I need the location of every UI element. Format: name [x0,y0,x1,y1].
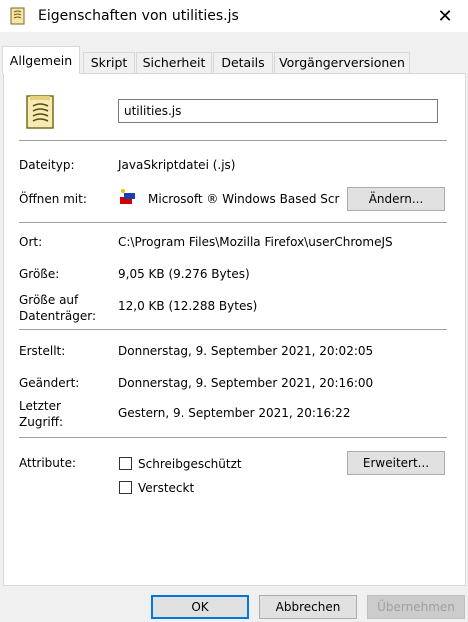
tab-label: Skript [90,55,128,70]
size-label: Größe: [19,267,60,281]
location-label: Ort: [19,235,43,249]
accessed-label-line1: Letzter [19,399,61,413]
open-with-label: Öffnen mit: [19,192,87,206]
cancel-button[interactable]: Abbrechen [259,595,357,619]
separator [19,222,447,223]
created-label: Erstellt: [19,344,66,358]
ok-button[interactable]: OK [151,595,249,619]
separator [19,140,447,141]
tab-details[interactable]: Details [213,52,273,73]
accessed-value: Gestern, 9. September 2021, 20:16:22 [118,406,351,420]
disk-size-label-line2: Datenträger: [19,309,97,323]
title-bar: Eigenschaften von utilities.js ✕ [0,0,468,32]
tab-label: Vorgängerversionen [279,55,405,70]
modified-label: Geändert: [19,376,80,390]
advanced-button[interactable]: Erweitert... [347,451,445,475]
script-file-icon [26,95,54,129]
location-value: C:\Program Files\Mozilla Firefox\userChr… [118,235,393,249]
tab-vorgaengerversionen[interactable]: Vorgängerversionen [274,52,410,73]
tab-sicherheit[interactable]: Sicherheit [136,52,212,73]
tab-allgemein[interactable]: Allgemein [2,46,80,74]
windows-script-host-icon [120,189,135,204]
disk-size-label-line1: Größe auf [19,293,79,307]
change-button[interactable]: Ändern... [347,187,445,211]
file-type-label: Dateityp: [19,158,75,172]
apply-button[interactable]: Übernehmen [367,595,465,619]
accessed-label-line2: Zugriff: [19,415,64,429]
window-title: Eigenschaften von utilities.js [38,8,239,24]
close-icon: ✕ [437,5,453,27]
tab-label: Allgemein [9,53,73,68]
separator [19,437,447,438]
tab-skript[interactable]: Skript [83,52,135,73]
disk-size-value: 12,0 KB (12.288 Bytes) [118,299,258,313]
tab-label: Details [221,55,265,70]
attributes-label: Attribute: [19,456,77,470]
created-value: Donnerstag, 9. September 2021, 20:02:05 [118,344,374,358]
script-file-icon [10,7,25,25]
size-value: 9,05 KB (9.276 Bytes) [118,267,250,281]
separator [19,329,447,330]
open-with-value: Microsoft ® Windows Based Scr [148,192,340,206]
readonly-checkbox[interactable] [119,457,132,470]
readonly-label: Schreibgeschützt [138,457,242,471]
hidden-checkbox[interactable] [119,481,132,494]
tab-label: Sicherheit [142,55,206,70]
hidden-label: Versteckt [138,481,195,495]
file-name-input[interactable] [118,99,438,123]
close-button[interactable]: ✕ [422,0,468,32]
file-type-value: JavaSkriptdatei (.js) [118,158,236,172]
general-panel: Dateityp: JavaSkriptdatei (.js) Öffnen m… [3,73,466,586]
modified-value: Donnerstag, 9. September 2021, 20:16:00 [118,376,374,390]
